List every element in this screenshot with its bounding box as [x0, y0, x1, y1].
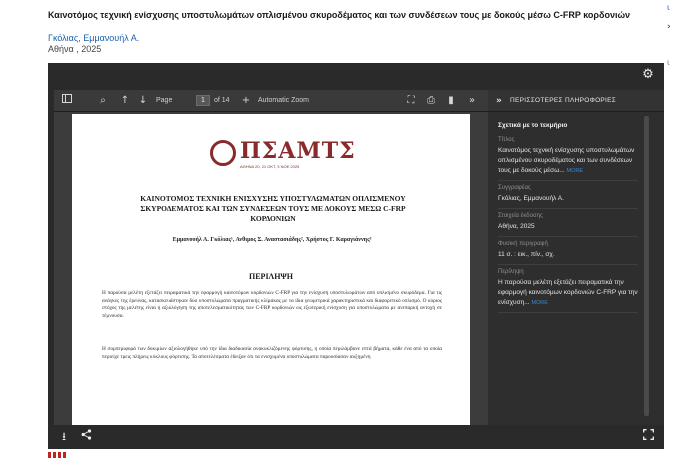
field-label-author: Συγγραφέας: [498, 185, 531, 191]
page-label: Page: [156, 97, 173, 104]
arrow-up-icon[interactable]: ↑: [118, 93, 132, 109]
logo-mark-icon: [210, 140, 236, 166]
double-chevron-icon[interactable]: »: [464, 93, 480, 109]
field-label-abstract: Περίληψη: [498, 269, 524, 275]
field-value-abstract: Η παρούσα μελέτη εξετάζει πειραματικά τη…: [498, 278, 638, 313]
print-icon[interactable]: ⎙: [424, 93, 438, 109]
logo-text: ΠΣΑΜΤΣ: [240, 138, 356, 164]
field-label-publication: Στοιχεία έκδοσης: [498, 213, 543, 219]
search-icon[interactable]: ⌕: [96, 93, 110, 109]
logo-subtext: ΑΘΗΝΑ 20, 21 ΟΚΤ, 3 ΝΟΕ 2025: [240, 164, 300, 169]
expand-icon[interactable]: ⛶: [404, 93, 418, 109]
page-count: of 14: [214, 97, 230, 104]
document-place-year: Αθήνα , 2025: [48, 44, 102, 54]
edge-marker-2: ι: [667, 58, 670, 67]
paper-title: ΚΑΙΝΟΤΟΜΟΣ ΤΕΧΝΙΚΗ ΕΝΙΣΧΥΣΗΣ ΥΠΟΣΤΥΛΩΜΑΤ…: [140, 194, 406, 223]
double-chevron-icon[interactable]: »: [496, 93, 502, 109]
pdf-toolbar: ⌕ ↑ ↓ Page 1 of 14 + Automatic Zoom ⛶ ⎙ …: [54, 90, 488, 112]
edge-marker: ι: [667, 3, 670, 12]
document-title: Καινοτόμος τεχνική ενίσχυσης υποστυλωμάτ…: [48, 10, 631, 20]
info-section-title: Σχετικά με το τεκμήριο: [498, 122, 568, 129]
abstract-heading: ΠΕΡΙΛΗΨΗ: [249, 272, 293, 281]
field-value-title: Καινοτόμος τεχνική ενίσχυσης υποστυλωμάτ…: [498, 146, 638, 181]
sidebar-toggle-icon[interactable]: [60, 93, 74, 109]
pdf-canvas-area[interactable]: ΠΣΑΜΤΣ ΑΘΗΝΑ 20, 21 ΟΚΤ, 3 ΝΟΕ 2025 ΚΑΙΝ…: [54, 112, 488, 425]
field-value-author: Γκόλιας, Εμμανουήλ Α.: [498, 194, 638, 209]
info-panel: » ΠΕΡΙΣΣΟΤΕΡΕΣ ΠΛΗΡΟΦΟΡΙΕΣ Σχετικά με το…: [488, 90, 664, 425]
page-number-input[interactable]: 1: [196, 95, 210, 106]
info-body: Σχετικά με το τεκμήριο Τίτλος Καινοτόμος…: [498, 122, 638, 313]
more-link-abstract[interactable]: MORE: [531, 300, 548, 306]
footer-logo: [48, 452, 66, 458]
info-panel-header[interactable]: » ΠΕΡΙΣΣΟΤΕΡΕΣ ΠΛΗΡΟΦΟΡΙΕΣ: [488, 90, 664, 112]
viewer-topbar: ⚙: [48, 63, 664, 88]
viewer-bottom-bar: ⭳: [48, 425, 664, 449]
document-viewer: ⚙ ⌕ ↑ ↓ Page 1 of 14 + Automatic Zoom ⛶ …: [48, 63, 664, 449]
gear-icon[interactable]: ⚙: [640, 67, 656, 83]
next-arrow-icon[interactable]: ›: [667, 22, 671, 32]
field-label-title: Τίτλος: [498, 137, 515, 143]
bookmark-icon[interactable]: ▮: [444, 93, 458, 109]
download-icon[interactable]: ⭳: [56, 429, 72, 445]
info-scrollbar[interactable]: [644, 116, 649, 416]
share-icon[interactable]: [78, 429, 94, 445]
zoom-select[interactable]: Automatic Zoom: [258, 93, 309, 109]
conference-logo: ΠΣΑΜΤΣ ΑΘΗΝΑ 20, 21 ΟΚΤ, 3 ΝΟΕ 2025: [210, 138, 355, 170]
fullscreen-icon[interactable]: [640, 429, 656, 445]
paper-authors: Εμμανουήλ Α. Γκόλιας¹, Ανθιμος Σ. Αναστα…: [172, 237, 372, 243]
field-value-physical: 11 σ. : εικ., πίν., σχ.: [498, 250, 638, 265]
arrow-down-icon[interactable]: ↓: [136, 93, 150, 109]
abstract-paragraph-1: Η παρούσα μελέτη εξετάζει πειραματικά τη…: [102, 290, 442, 319]
pdf-page: ΠΣΑΜΤΣ ΑΘΗΝΑ 20, 21 ΟΚΤ, 3 ΝΟΕ 2025 ΚΑΙΝ…: [72, 114, 470, 425]
abstract-paragraph-2: Η συμπεριφορά των δοκιμίων αξιολογήθηκε …: [102, 346, 442, 360]
document-author-link[interactable]: Γκόλιας, Εμμανουήλ Α.: [48, 33, 139, 43]
field-label-physical: Φυσική περιγραφή: [498, 241, 548, 247]
field-value-publication: Αθήνα, 2025: [498, 222, 638, 237]
info-panel-title: ΠΕΡΙΣΣΟΤΕΡΕΣ ΠΛΗΡΟΦΟΡΙΕΣ: [510, 97, 617, 104]
more-link-title[interactable]: MORE: [567, 168, 584, 174]
field-value-abstract-text: Η παρούσα μελέτη εξετάζει πειραματικά τη…: [498, 279, 638, 306]
plus-icon[interactable]: +: [240, 93, 252, 109]
